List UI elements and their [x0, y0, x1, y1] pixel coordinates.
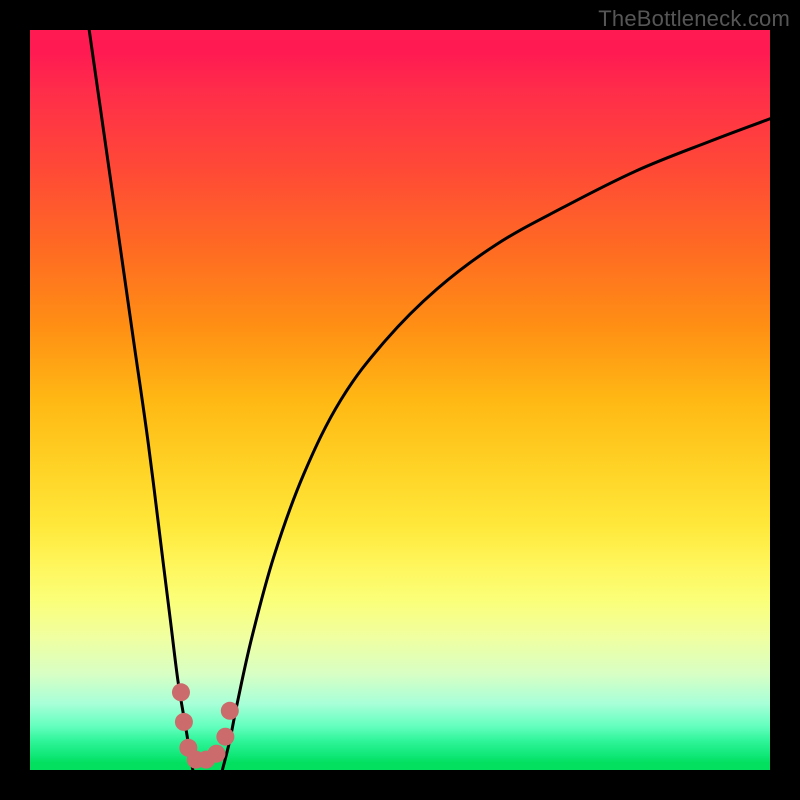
marker-layer	[172, 683, 239, 768]
plot-area	[30, 30, 770, 770]
data-marker	[175, 713, 193, 731]
curve-right	[222, 119, 770, 770]
curve-layer	[89, 30, 770, 770]
data-marker	[216, 728, 234, 746]
data-marker	[172, 683, 190, 701]
data-marker	[207, 745, 225, 763]
watermark-text: TheBottleneck.com	[598, 6, 790, 32]
data-marker	[221, 702, 239, 720]
chart-svg	[30, 30, 770, 770]
curve-left	[89, 30, 193, 770]
chart-frame: TheBottleneck.com	[0, 0, 800, 800]
